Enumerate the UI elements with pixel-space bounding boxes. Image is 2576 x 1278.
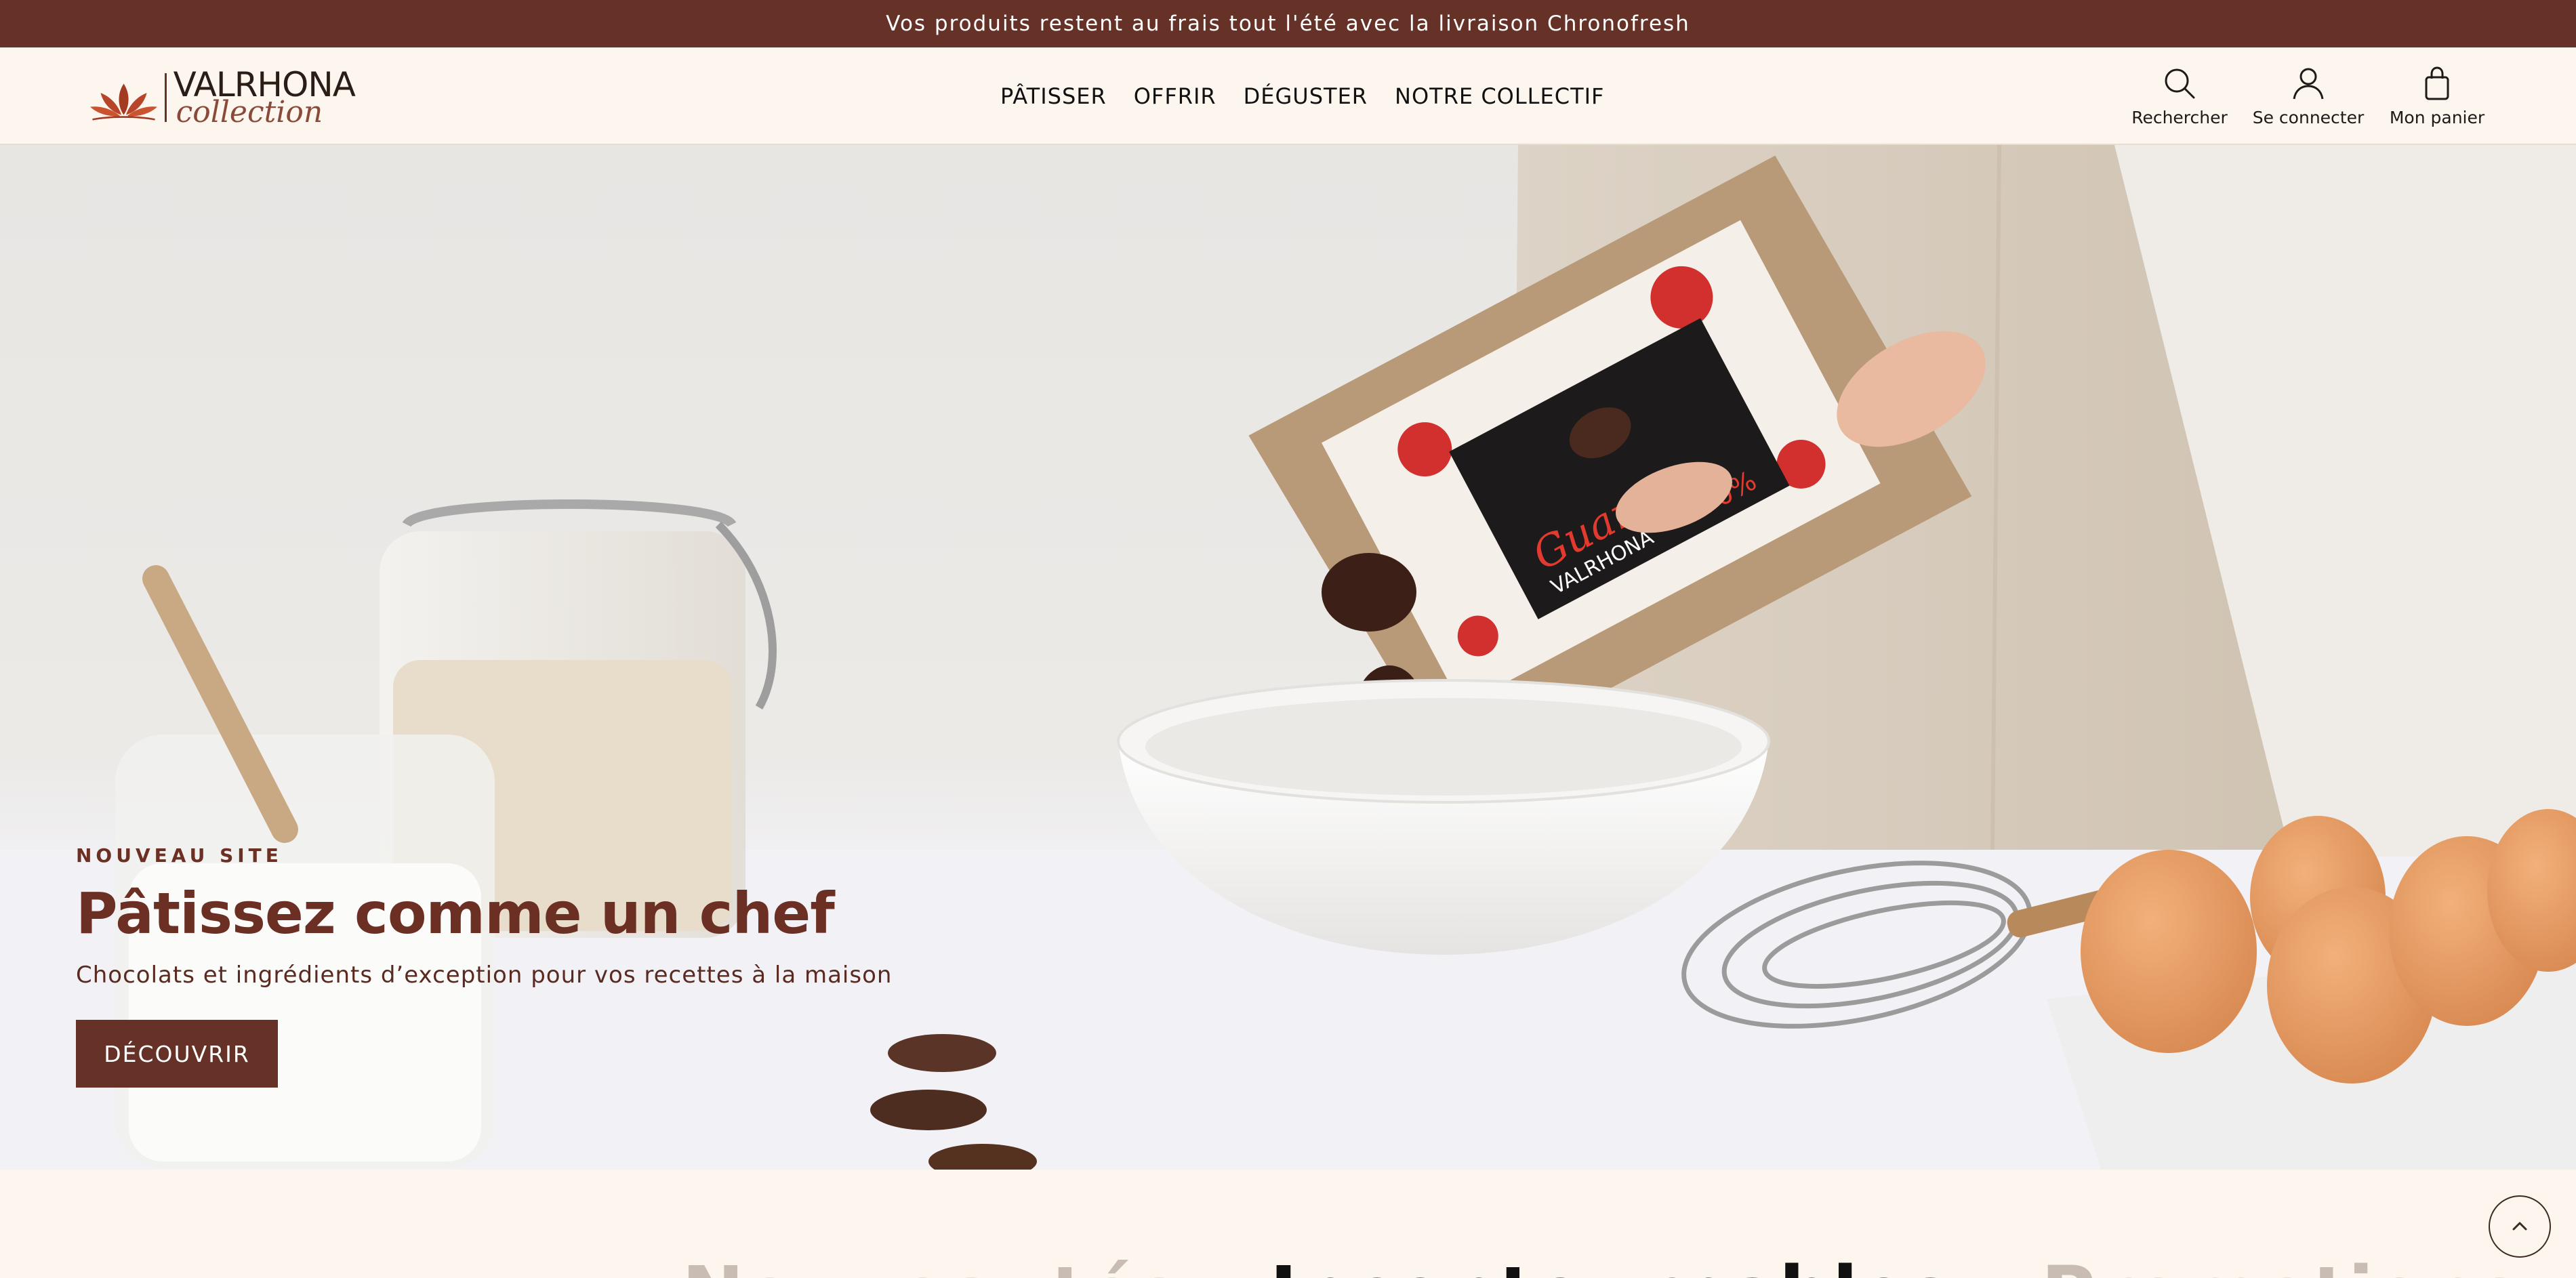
chevron-up-icon <box>2512 1222 2527 1231</box>
discover-button[interactable]: DÉCOUVRIR <box>76 1020 278 1088</box>
bag-icon <box>2425 66 2449 100</box>
logo-subtitle: collection <box>176 95 323 129</box>
search-button[interactable]: Rechercher <box>2115 66 2244 127</box>
login-label: Se connecter <box>2252 107 2365 127</box>
nav-item-patisser[interactable]: PÂTISSER <box>1000 83 1107 109</box>
product-tabs-section: Nouveautés Incontournables Promotions <box>0 1170 2576 1278</box>
user-icon <box>2293 68 2324 99</box>
search-label: Rechercher <box>2131 107 2228 127</box>
search-icon <box>2165 68 2195 98</box>
tab-promotions[interactable]: Promotions <box>2041 1256 2522 1278</box>
logo[interactable]: VALRHONA collection <box>87 66 356 129</box>
hero-content: NOUVEAU SITE Pâtissez comme un chef Choc… <box>76 844 1025 1088</box>
cart-button[interactable]: Mon panier <box>2373 66 2501 127</box>
nav-item-deguster[interactable]: DÉGUSTER <box>1244 83 1368 109</box>
login-button[interactable]: Se connecter <box>2244 66 2373 127</box>
hero-eyebrow: NOUVEAU SITE <box>76 844 283 867</box>
announcement-text: Vos produits restent au frais tout l'été… <box>886 12 1690 36</box>
section-tabs: Nouveautés Incontournables Promotions <box>682 1256 2522 1278</box>
scroll-to-top-button[interactable] <box>2489 1195 2551 1258</box>
hero-subtitle: Chocolats et ingrédients d’exception pou… <box>76 962 893 989</box>
tab-nouveautes[interactable]: Nouveautés <box>682 1256 1181 1278</box>
hero-banner: Guanaja VALRHONA 70% <box>0 145 2576 1170</box>
hero-title: Pâtissez comme un chef <box>76 880 835 947</box>
tab-incontournables[interactable]: Incontournables <box>1269 1256 1953 1278</box>
main-nav: PÂTISSER OFFRIR DÉGUSTER NOTRE COLLECTIF <box>1000 47 1604 145</box>
cart-label: Mon panier <box>2389 107 2485 127</box>
nav-item-notre-collectif[interactable]: NOTRE COLLECTIF <box>1395 83 1604 109</box>
logo-divider <box>165 73 167 122</box>
announcement-bar: Vos produits restent au frais tout l'été… <box>0 0 2576 47</box>
lotus-logo-icon <box>90 83 157 121</box>
site-header: VALRHONA collection PÂTISSER OFFRIR DÉGU… <box>0 47 2576 145</box>
nav-item-offrir[interactable]: OFFRIR <box>1134 83 1217 109</box>
header-tools: Rechercher Se connecter Mon panier <box>2115 47 2501 145</box>
